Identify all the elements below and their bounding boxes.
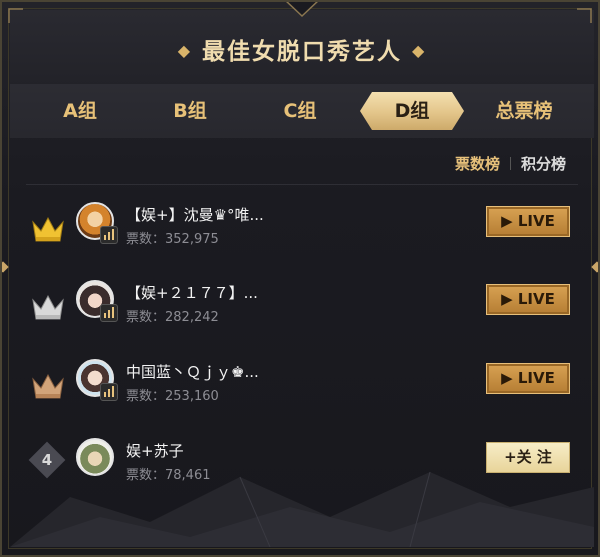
streamer-name[interactable]: 【娱+】沈曼♛°唯... (126, 204, 264, 225)
group-tabs: A组 B组 C组 D组 总票榜 (10, 84, 594, 138)
vote-count: 票数：352,975 (126, 232, 219, 247)
play-icon: ▶ (501, 290, 518, 308)
streamer-name[interactable]: 【娱+２１７７】... (126, 282, 258, 303)
crown-gold-icon (32, 216, 64, 242)
page-title: ◆ 最佳女脱口秀艺人 ◆ (2, 32, 598, 66)
ranking-panel: ◆ 最佳女脱口秀艺人 ◆ A组 B组 C组 D组 总票榜 票数榜 积分榜 【娱+】沈曼… (0, 0, 600, 557)
corner-decoration-tr (577, 8, 592, 23)
list-item: 4 娱+苏子 票数：78,461 +关 注 (2, 436, 598, 506)
list-item: 中国蓝丶Ｑｊｙ♚... 票数：253,160 ▶ LIVE (2, 357, 598, 427)
top-notch-decoration (286, 2, 318, 18)
subtab-votes[interactable]: 票数榜 (455, 153, 500, 174)
title-dot-icon: ◆ (177, 41, 192, 60)
title-dot-icon: ◆ (412, 41, 427, 60)
play-icon: ▶ (501, 369, 518, 387)
list-item: 【娱+】沈曼♛°唯... 票数：352,975 ▶ LIVE (2, 200, 598, 270)
ranking-type-switch: 票数榜 积分榜 (455, 153, 566, 174)
crown-silver-icon (32, 294, 64, 320)
tab-c[interactable]: C组 (250, 92, 350, 130)
play-icon: ▶ (501, 212, 518, 230)
tab-b[interactable]: B组 (140, 92, 240, 130)
level-badge-icon (100, 304, 118, 322)
live-button[interactable]: ▶ LIVE (486, 284, 570, 315)
level-badge-icon (100, 226, 118, 244)
tab-total[interactable]: 总票榜 (472, 92, 576, 130)
tab-d[interactable]: D组 (360, 92, 464, 130)
live-button-label: LIVE (517, 290, 555, 308)
subtab-divider (509, 157, 511, 170)
avatar[interactable] (76, 438, 114, 476)
level-badge-icon (100, 383, 118, 401)
live-button-label: LIVE (517, 212, 555, 230)
list-divider (26, 184, 578, 185)
subtab-points[interactable]: 积分榜 (521, 153, 566, 174)
crown-bronze-icon (32, 373, 64, 399)
streamer-name[interactable]: 娱+苏子 (126, 440, 184, 461)
page-title-text: 最佳女脱口秀艺人 (202, 39, 402, 65)
live-button[interactable]: ▶ LIVE (486, 363, 570, 394)
vote-count: 票数：78,461 (126, 468, 211, 483)
corner-decoration-tl (8, 8, 23, 23)
live-button[interactable]: ▶ LIVE (486, 206, 570, 237)
live-button-label: LIVE (517, 369, 555, 387)
rank-number: 4 (41, 451, 53, 469)
tab-a[interactable]: A组 (30, 92, 130, 130)
follow-button[interactable]: +关 注 (486, 442, 570, 473)
vote-count: 票数：282,242 (126, 310, 219, 325)
streamer-name[interactable]: 中国蓝丶Ｑｊｙ♚... (126, 361, 259, 382)
list-item: 【娱+２１７７】... 票数：282,242 ▶ LIVE (2, 278, 598, 348)
vote-count: 票数：253,160 (126, 389, 219, 404)
